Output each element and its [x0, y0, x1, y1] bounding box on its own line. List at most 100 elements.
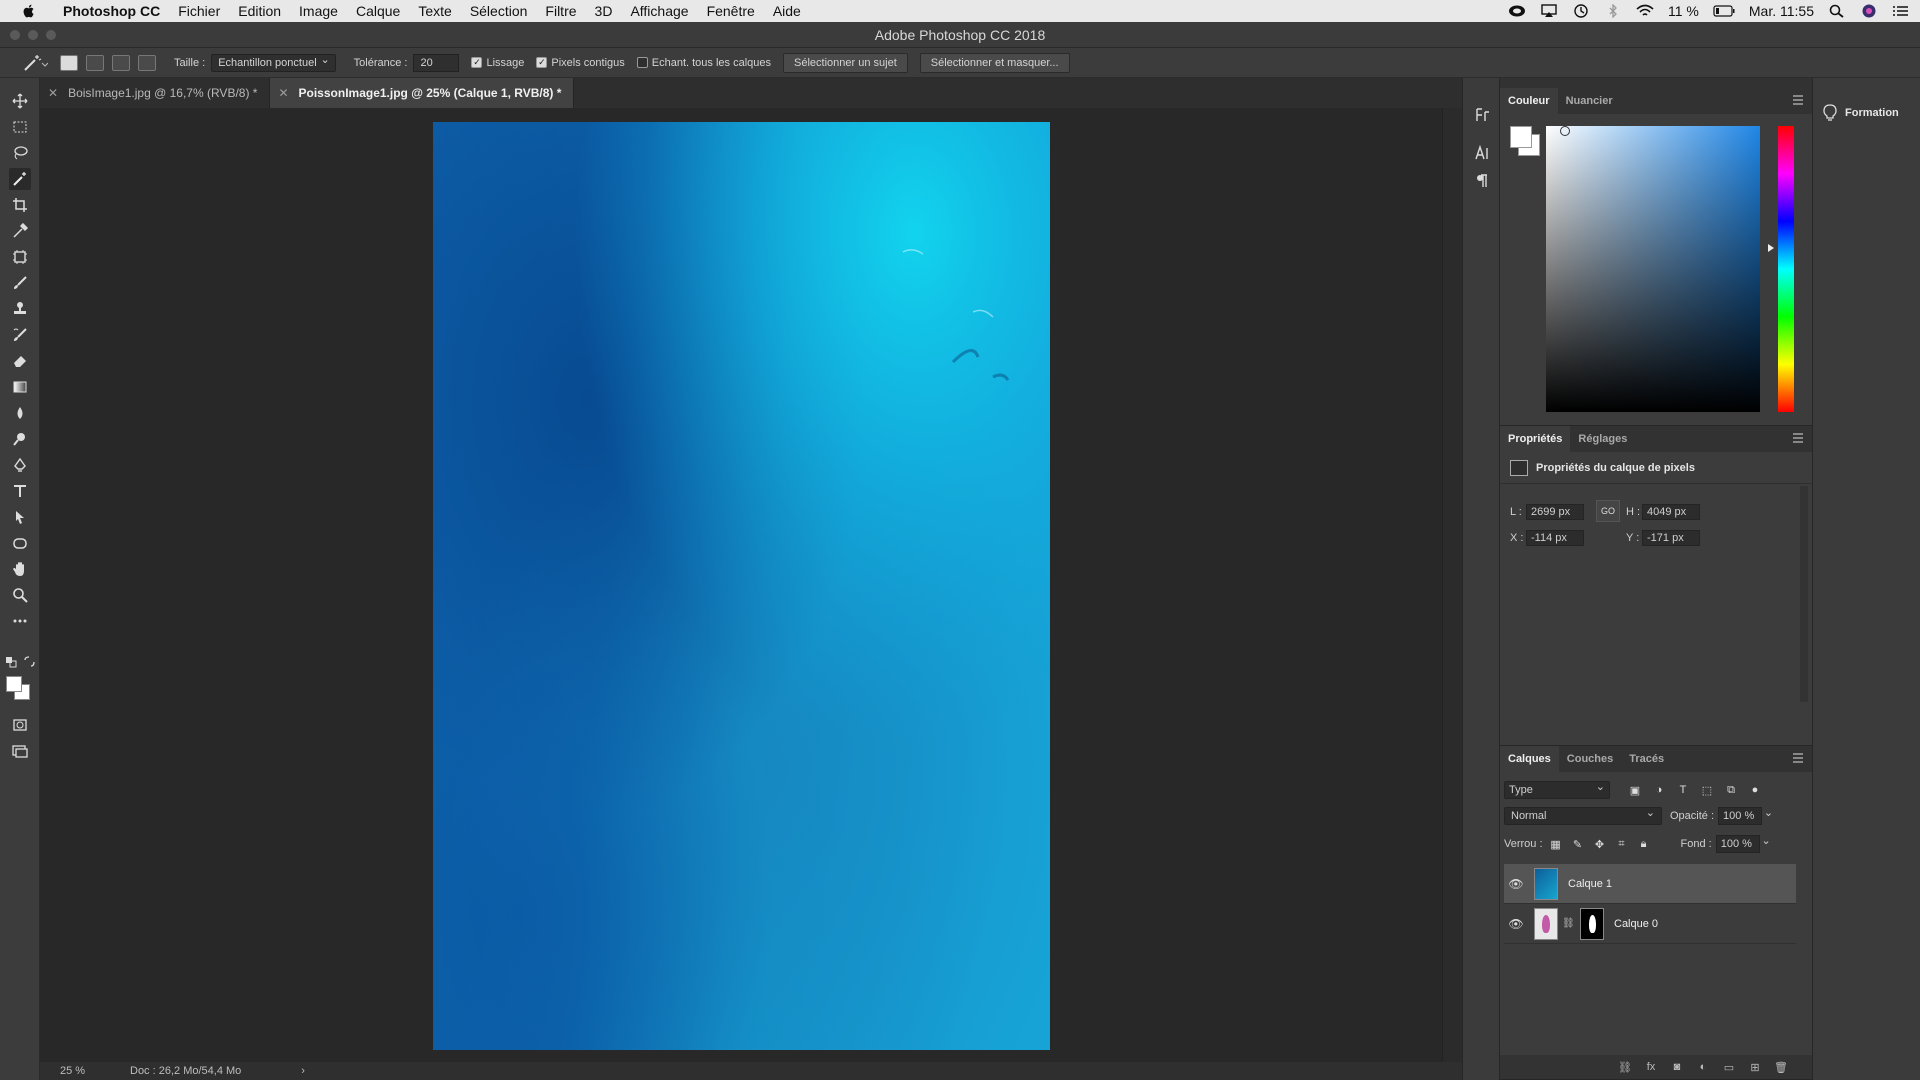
history-brush-tool-icon[interactable] — [9, 324, 31, 346]
filter-toggle-icon[interactable]: ● — [1748, 783, 1762, 797]
menu-selection[interactable]: Sélection — [461, 0, 537, 22]
creative-cloud-icon[interactable] — [1508, 4, 1526, 18]
link-layers-icon[interactable]: ⛓ — [1618, 1060, 1632, 1074]
select-and-mask-button[interactable]: Sélectionner et masquer... — [919, 52, 1070, 73]
lock-transparent-icon[interactable]: ▦ — [1549, 837, 1563, 851]
sample-all-check-box[interactable] — [636, 57, 648, 68]
layer-mask-thumbnail[interactable] — [1580, 907, 1604, 940]
close-tab-icon[interactable]: ✕ — [278, 86, 288, 100]
time-machine-icon[interactable] — [1572, 4, 1590, 18]
foreground-color-swatch[interactable] — [6, 676, 22, 692]
width-field[interactable]: 2699 px — [1526, 504, 1584, 520]
wifi-icon[interactable] — [1636, 4, 1654, 18]
tab-reglages[interactable]: Réglages — [1570, 426, 1635, 452]
contiguous-check-box[interactable]: ✓ — [536, 57, 548, 68]
color-picker-marker[interactable] — [1560, 126, 1570, 136]
gradient-tool-icon[interactable] — [9, 376, 31, 398]
fill-field[interactable]: 100 % — [1715, 833, 1771, 853]
tolerance-input[interactable]: 20 — [413, 53, 460, 72]
menu-affichage[interactable]: Affichage — [621, 0, 697, 22]
lock-image-icon[interactable]: ✎ — [1571, 837, 1585, 851]
menu-fichier[interactable]: Fichier — [169, 0, 229, 22]
new-selection-mode-button[interactable] — [60, 54, 78, 71]
blend-mode-select[interactable]: Normal — [1504, 805, 1662, 825]
add-mask-icon[interactable]: ◙ — [1670, 1060, 1684, 1074]
tab-couleur[interactable]: Couleur — [1500, 88, 1558, 114]
layer-name[interactable]: Calque 0 — [1614, 918, 1658, 930]
layer-name[interactable]: Calque 1 — [1568, 878, 1612, 890]
status-menu-arrow[interactable]: › — [301, 1065, 305, 1077]
eraser-tool-icon[interactable] — [9, 350, 31, 372]
airplay-icon[interactable] — [1540, 4, 1558, 18]
swap-colors-icon[interactable] — [22, 656, 36, 668]
intersect-selection-mode-button[interactable] — [138, 54, 156, 71]
new-layer-icon[interactable]: ⊞ — [1748, 1060, 1762, 1074]
frame-tool-icon[interactable] — [9, 246, 31, 268]
character-panel-icon[interactable] — [1473, 144, 1491, 162]
learn-button[interactable]: Formation — [1823, 104, 1899, 122]
antialias-check-box[interactable]: ✓ — [471, 57, 483, 68]
close-tab-icon[interactable]: ✕ — [48, 86, 58, 100]
pen-tool-icon[interactable] — [9, 454, 31, 476]
antialias-checkbox[interactable]: ✓ Lissage — [471, 57, 524, 69]
panel-menu-icon[interactable] — [1792, 753, 1804, 763]
properties-scrollbar[interactable] — [1800, 486, 1808, 702]
tab-couches[interactable]: Couches — [1559, 746, 1621, 772]
filter-pixel-icon[interactable]: ▣ — [1628, 783, 1642, 797]
tab-traces[interactable]: Tracés — [1621, 746, 1672, 772]
menu-calque[interactable]: Calque — [347, 0, 409, 22]
lock-all-icon[interactable]: 🔒︎ — [1637, 837, 1651, 851]
select-subject-button[interactable]: Sélectionner un sujet — [783, 52, 908, 73]
opacity-field[interactable]: 100 % — [1718, 805, 1773, 825]
tab-nuancier[interactable]: Nuancier — [1558, 88, 1621, 114]
notification-center-icon[interactable] — [1892, 4, 1910, 18]
menu-fenetre[interactable]: Fenêtre — [698, 0, 764, 22]
menu-texte[interactable]: Texte — [409, 0, 460, 22]
layer-row-calque-0[interactable]: 👁︎ ⛓ Calque 0 — [1504, 904, 1796, 944]
blur-tool-icon[interactable] — [9, 402, 31, 424]
type-tool-icon[interactable] — [9, 480, 31, 502]
zoom-window-button[interactable] — [46, 30, 56, 40]
minimize-window-button[interactable] — [28, 30, 38, 40]
menu-edition[interactable]: Edition — [229, 0, 290, 22]
battery-icon[interactable] — [1713, 4, 1735, 18]
quick-mask-icon[interactable] — [9, 714, 31, 736]
delete-layer-icon[interactable]: 🗑︎ — [1774, 1060, 1788, 1074]
document-image-underwater[interactable] — [433, 122, 1050, 1050]
move-tool-icon[interactable] — [9, 90, 31, 112]
hue-slider-bar[interactable] — [1778, 126, 1794, 412]
dodge-tool-icon[interactable] — [9, 428, 31, 450]
layer-row-calque-1[interactable]: 👁︎ Calque 1 — [1504, 864, 1796, 904]
mask-link-icon[interactable]: ⛓ — [1562, 918, 1575, 929]
path-selection-tool-icon[interactable] — [9, 506, 31, 528]
x-field[interactable]: -114 px — [1526, 530, 1584, 546]
document-tab-poisson[interactable]: ✕ PoissonImage1.jpg @ 25% (Calque 1, RVB… — [270, 78, 575, 108]
close-window-button[interactable] — [10, 30, 20, 40]
zoom-tool-icon[interactable] — [9, 584, 31, 606]
tab-proprietes[interactable]: Propriétés — [1500, 426, 1571, 452]
new-adjustment-icon[interactable]: ◐ — [1696, 1060, 1710, 1074]
filter-adjustment-icon[interactable]: ◑ — [1652, 783, 1666, 797]
siri-icon[interactable] — [1860, 4, 1878, 18]
layer-thumbnail[interactable] — [1534, 907, 1558, 940]
lock-artboard-icon[interactable]: ⌗ — [1615, 837, 1629, 851]
panel-menu-icon[interactable] — [1792, 433, 1804, 443]
contiguous-checkbox[interactable]: ✓ Pixels contigus — [536, 57, 625, 69]
eyedropper-tool-icon[interactable] — [9, 220, 31, 242]
menu-aide[interactable]: Aide — [764, 0, 810, 22]
lasso-tool-icon[interactable] — [9, 142, 31, 164]
shape-tool-icon[interactable] — [9, 532, 31, 554]
menu-clock[interactable]: Mar. 11:55 — [1749, 3, 1814, 19]
crop-tool-icon[interactable] — [9, 194, 31, 216]
default-colors-icon[interactable] — [4, 656, 18, 668]
subtract-selection-mode-button[interactable] — [112, 54, 130, 71]
marquee-tool-icon[interactable] — [9, 116, 31, 138]
spotlight-search-icon[interactable] — [1828, 4, 1846, 18]
filter-shape-icon[interactable]: ⬚ — [1700, 783, 1714, 797]
color-picker-field[interactable] — [1546, 126, 1760, 412]
sample-all-layers-checkbox[interactable]: Echant. tous les calques — [636, 57, 771, 69]
hue-slider-handle[interactable] — [1768, 244, 1774, 252]
add-to-selection-mode-button[interactable] — [86, 54, 104, 71]
screen-mode-icon[interactable] — [9, 740, 31, 762]
bluetooth-icon[interactable] — [1604, 4, 1622, 18]
